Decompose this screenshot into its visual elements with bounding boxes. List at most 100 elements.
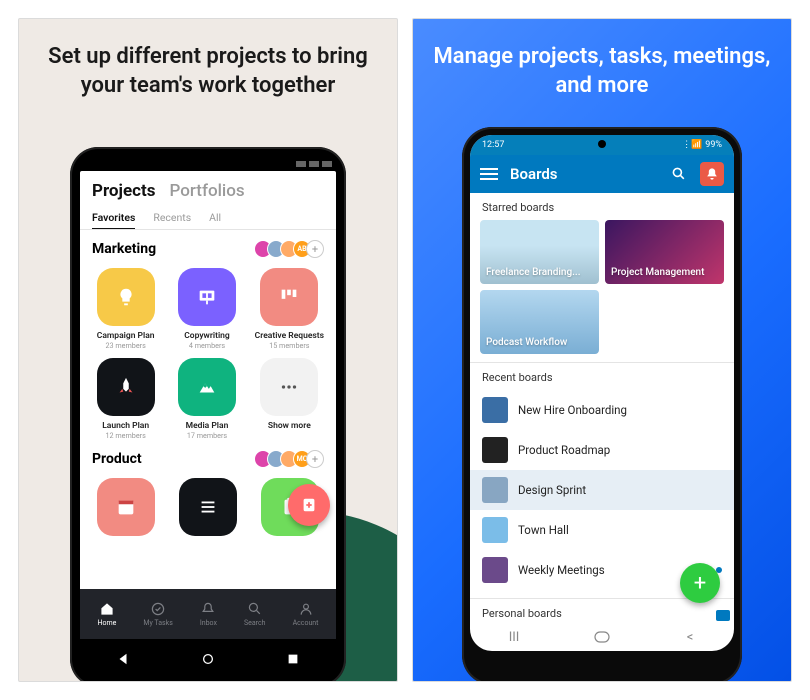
tile-name: Copywriting: [184, 331, 230, 341]
board-icon: [482, 437, 508, 463]
status-bar-b: 12:57 ⋮📶 99%: [470, 135, 734, 155]
subtab-favorites[interactable]: Favorites: [92, 211, 135, 230]
card-title: Podcast Workflow: [486, 337, 567, 348]
tab-portfolios[interactable]: Portfolios: [169, 181, 244, 201]
nav-check-circle[interactable]: My Tasks: [143, 601, 172, 627]
board-row[interactable]: New Hire Onboarding: [470, 390, 734, 430]
recent-label: Recent boards: [470, 363, 734, 390]
project-tile[interactable]: Copywriting4 members: [173, 268, 240, 350]
nav-label: Inbox: [200, 619, 217, 627]
nav-user[interactable]: Account: [293, 601, 319, 627]
dots-icon: [260, 358, 318, 416]
wifi-icon: ⋮📶: [682, 140, 702, 150]
project-tile[interactable]: Campaign Plan23 members: [92, 268, 159, 350]
personal-label: Personal boards: [470, 599, 734, 623]
home-icon[interactable]: [201, 652, 215, 666]
board-card[interactable]: Freelance Branding...: [480, 220, 599, 284]
menu-icon[interactable]: [480, 168, 498, 180]
section-title: Product: [92, 451, 142, 467]
tile-meta: 23 members: [106, 341, 146, 350]
tile-name: Show more: [268, 421, 311, 431]
app-screen-b: 12:57 ⋮📶 99% Boards: [470, 135, 734, 651]
home-icon[interactable]: [591, 631, 613, 643]
presentation-icon: [178, 268, 236, 326]
nav-search[interactable]: Search: [244, 601, 266, 627]
tile-name: Campaign Plan: [97, 331, 155, 341]
board-icon: [260, 268, 318, 326]
tile-meta: 4 members: [189, 341, 225, 350]
project-tile[interactable]: Launch Plan12 members: [92, 358, 159, 440]
tile-meta: 12 members: [106, 431, 146, 440]
subtab-recents[interactable]: Recents: [153, 211, 191, 230]
search-icon[interactable]: [670, 165, 688, 183]
plus-icon: [300, 496, 318, 514]
subtab-all[interactable]: All: [209, 211, 221, 230]
recents-icon[interactable]: III: [503, 631, 525, 643]
recent-list: New Hire Onboarding Product Roadmap Design…: [470, 390, 734, 590]
recents-icon[interactable]: [286, 652, 300, 666]
board-icon: [482, 477, 508, 503]
status-time: 12:57: [482, 140, 504, 150]
board-card[interactable]: Project Management: [605, 220, 724, 284]
nav-home[interactable]: Home: [98, 601, 117, 627]
boards-body: Starred boards Freelance Branding... Proj…: [470, 193, 734, 623]
minimize-icon[interactable]: [716, 610, 730, 621]
add-member-icon[interactable]: +: [306, 240, 324, 258]
nav-label: Home: [98, 619, 117, 627]
panel-trello: Manage projects, tasks, meetings, and mo…: [412, 18, 792, 682]
phone-mockup-a: Projects Portfolios Favorites Recents Al…: [70, 147, 346, 682]
notification-icon[interactable]: [700, 162, 724, 186]
starred-grid: Freelance Branding... Project Management P…: [470, 220, 734, 354]
tab-projects[interactable]: Projects: [92, 181, 155, 201]
android-nav: [80, 639, 336, 679]
tile-meta: 15 members: [269, 341, 309, 350]
tile-name: Media Plan: [186, 421, 229, 431]
avatar-stack[interactable]: MC+: [259, 450, 324, 468]
title-tabs: Projects Portfolios: [92, 181, 324, 201]
add-member-icon[interactable]: +: [306, 450, 324, 468]
board-name: Design Sprint: [518, 483, 586, 497]
tile-name: Creative Requests: [255, 331, 324, 341]
board-name: Weekly Meetings: [518, 563, 605, 577]
project-tile[interactable]: [174, 478, 242, 541]
board-name: New Hire Onboarding: [518, 403, 627, 417]
board-icon: [482, 397, 508, 423]
battery-pct: 99%: [705, 140, 722, 150]
mountain-icon: [178, 358, 236, 416]
fab-add[interactable]: [288, 484, 330, 526]
card-title: Freelance Branding...: [486, 267, 581, 278]
avatar-stack[interactable]: AB+: [259, 240, 324, 258]
sub-tabs: Favorites Recents All: [92, 211, 324, 230]
section-title: Marketing: [92, 241, 156, 257]
list-icon: [179, 478, 237, 536]
board-row[interactable]: Design Sprint: [470, 470, 734, 510]
starred-label: Starred boards: [470, 193, 734, 220]
nav-bell[interactable]: Inbox: [200, 601, 217, 627]
panel-asana: Set up different projects to bring your …: [18, 18, 398, 682]
board-icon: [482, 557, 508, 583]
back-icon[interactable]: <: [679, 631, 701, 643]
android-nav-b: III <: [470, 623, 734, 651]
back-icon[interactable]: [116, 652, 130, 666]
lightbulb-icon: [97, 268, 155, 326]
camera-hole: [598, 140, 606, 148]
board-row[interactable]: Town Hall: [470, 510, 734, 550]
calendar-icon: [97, 478, 155, 536]
fab-add[interactable]: +: [680, 563, 720, 603]
nav-label: My Tasks: [143, 619, 172, 627]
header-title: Boards: [510, 165, 658, 183]
rocket-icon: [97, 358, 155, 416]
panel-b-headline: Manage projects, tasks, meetings, and mo…: [413, 19, 791, 110]
project-tile[interactable]: [92, 478, 160, 541]
project-tile[interactable]: Show more: [255, 358, 324, 440]
project-tile[interactable]: Creative Requests15 members: [255, 268, 324, 350]
tile-meta: 17 members: [187, 431, 227, 440]
board-card[interactable]: Podcast Workflow: [480, 290, 599, 354]
nav-label: Account: [293, 619, 319, 627]
board-row[interactable]: Product Roadmap: [470, 430, 734, 470]
status-bar: [80, 157, 336, 171]
bottom-nav: Home My Tasks Inbox Search Account: [80, 589, 336, 639]
project-tile[interactable]: Media Plan17 members: [173, 358, 240, 440]
phone-mockup-b: 12:57 ⋮📶 99% Boards: [462, 127, 742, 682]
card-title: Project Management: [611, 267, 704, 278]
